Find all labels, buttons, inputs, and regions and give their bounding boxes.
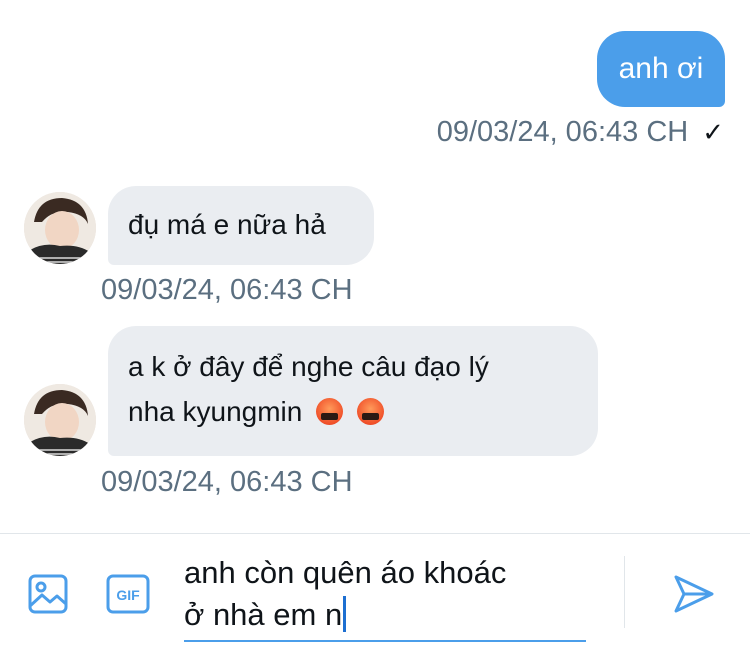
message-timestamp: 09/03/24, 06:43 CH <box>101 466 353 498</box>
image-icon[interactable] <box>24 570 72 618</box>
input-text-line-2: ở nhà em n <box>184 597 343 632</box>
message-text: anh ơi <box>618 52 704 85</box>
message-text: đụ má e nữa hả <box>128 209 326 240</box>
message-text-line-2: nha kyungmin <box>128 396 303 427</box>
message-input[interactable]: anh còn quên áo khoác ở nhà em n <box>184 552 586 642</box>
avatar[interactable] <box>24 384 96 456</box>
incoming-message-bubble[interactable]: a k ở đây để nghe câu đạo lý nha kyungmi… <box>108 326 598 456</box>
message-timestamp: 09/03/24, 06:43 CH <box>101 274 353 306</box>
outgoing-message-meta: 09/03/24, 06:43 CH ✓ <box>437 116 724 149</box>
incoming-message-bubble[interactable]: đụ má e nữa hả <box>108 186 374 265</box>
gif-icon[interactable]: GIF <box>105 572 151 616</box>
input-text-line: ở nhà em n <box>184 594 586 636</box>
text-cursor <box>343 596 347 632</box>
message-composer: GIF anh còn quên áo khoác ở nhà em n <box>0 533 750 651</box>
cursing-face-emoji <box>356 398 384 425</box>
send-icon[interactable] <box>672 572 716 616</box>
sent-check-icon: ✓ <box>702 117 724 147</box>
message-text-line: a k ở đây để nghe câu đạo lý <box>128 351 489 382</box>
input-text-line: anh còn quên áo khoác <box>184 555 507 590</box>
outgoing-message-bubble[interactable]: anh ơi <box>597 31 725 107</box>
cursing-face-emoji <box>316 398 344 425</box>
avatar[interactable] <box>24 192 96 264</box>
divider <box>624 556 625 628</box>
svg-text:GIF: GIF <box>116 587 140 603</box>
message-timestamp: 09/03/24, 06:43 CH <box>436 116 689 148</box>
message-text-line: nha kyungmin <box>128 389 578 434</box>
